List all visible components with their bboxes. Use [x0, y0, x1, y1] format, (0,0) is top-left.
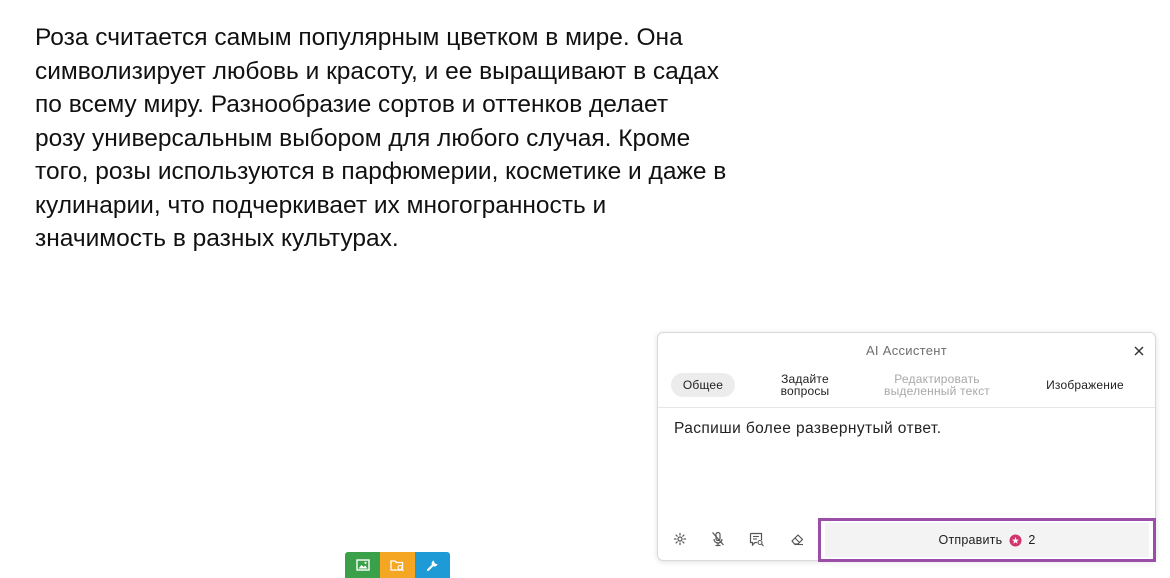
tab-label: Общее	[682, 378, 724, 392]
send-button[interactable]: Отправить 2	[825, 523, 1149, 557]
article-text: Роза считается самым популярным цветком …	[35, 21, 775, 256]
credit-icon	[1009, 534, 1022, 546]
image-icon	[355, 559, 370, 571]
tab-label: Изображение	[1046, 378, 1124, 392]
search-chat-icon	[749, 532, 764, 546]
article-line: по всему миру. Разнообразие сортов и отт…	[35, 91, 669, 118]
tab-image[interactable]: Изображение	[1031, 370, 1139, 400]
divider	[658, 407, 1155, 408]
folder-search-icon	[390, 559, 404, 571]
tab-edit-selected[interactable]: Редактировать выделенный текст	[867, 370, 1007, 400]
tab-bar: Общее Задайте вопросы Редактировать выде…	[671, 370, 1145, 400]
mic-off-icon	[712, 531, 724, 547]
tab-label: вопросы	[780, 384, 830, 398]
tools-button[interactable]	[415, 552, 450, 578]
send-label: Отправить	[938, 533, 1003, 547]
article-line: кулинарии, что подчеркивает их многогран…	[35, 191, 607, 219]
microphone-button[interactable]	[708, 529, 728, 549]
credit-badge: 2	[1009, 533, 1035, 547]
clear-button[interactable]	[787, 529, 807, 549]
close-button[interactable]	[1131, 343, 1147, 359]
search-chat-button[interactable]	[747, 529, 767, 549]
tab-label: выделенный текст	[884, 384, 990, 398]
article-line: розу универсальным выбором для любого сл…	[35, 124, 691, 152]
article-line: значимость в разных культурах.	[35, 225, 399, 252]
panel-title: AI Ассистент	[865, 343, 948, 358]
insert-image-button[interactable]	[345, 552, 380, 578]
article-line: того, розы используются в парфюмерии, ко…	[35, 158, 727, 185]
tab-ask-questions[interactable]: Задайте вопросы	[763, 370, 847, 400]
gear-icon	[673, 532, 687, 546]
prompt-input[interactable]: Распиши более развернутый ответ.	[674, 420, 941, 438]
credit-count: 2	[1028, 533, 1036, 547]
send-highlight: Отправить 2	[818, 518, 1156, 562]
article-line: Роза считается самым популярным цветком …	[35, 24, 683, 51]
close-icon	[1134, 346, 1144, 356]
article-line: символизирует любовь и красоту, и ее выр…	[35, 57, 719, 85]
settings-button[interactable]	[670, 529, 690, 549]
tab-general[interactable]: Общее	[671, 373, 735, 397]
wrench-icon	[426, 560, 437, 571]
input-controls	[670, 529, 810, 551]
eraser-icon	[790, 534, 803, 546]
browse-folder-button[interactable]	[380, 552, 415, 578]
floating-toolbar	[345, 552, 450, 578]
ai-assistant-panel: AI Ассистент Общее Задайте вопросы Редак…	[657, 332, 1156, 562]
